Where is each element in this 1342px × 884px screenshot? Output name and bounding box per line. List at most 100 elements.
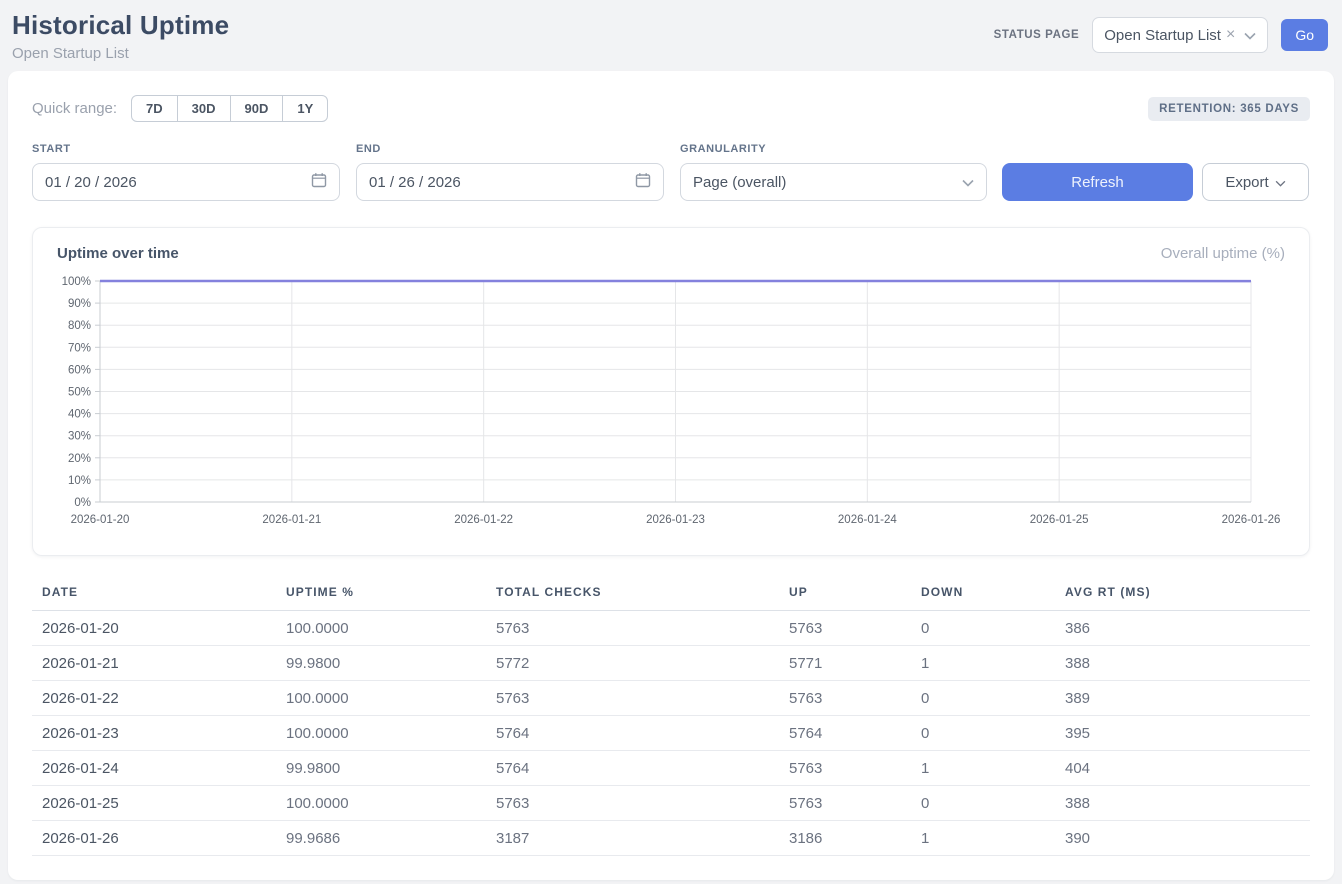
export-button-label: Export <box>1225 174 1268 191</box>
svg-text:0%: 0% <box>74 497 91 509</box>
svg-text:40%: 40% <box>68 409 91 421</box>
svg-text:2026-01-22: 2026-01-22 <box>454 514 513 526</box>
svg-text:2026-01-26: 2026-01-26 <box>1222 514 1281 526</box>
chevron-down-icon <box>1244 27 1256 44</box>
table-cell: 388 <box>1055 646 1310 681</box>
status-page-label: STATUS PAGE <box>994 29 1080 41</box>
table-cell: 99.9800 <box>276 646 486 681</box>
end-date-field: END 01 / 26 / 2026 <box>356 143 664 201</box>
svg-text:2026-01-23: 2026-01-23 <box>646 514 705 526</box>
table-cell: 0 <box>911 786 1055 821</box>
svg-text:70%: 70% <box>68 342 91 354</box>
table-cell: 389 <box>1055 681 1310 716</box>
table-cell: 388 <box>1055 786 1310 821</box>
table-cell: 1 <box>911 646 1055 681</box>
export-button[interactable]: Export <box>1202 163 1309 201</box>
refresh-button[interactable]: Refresh <box>1002 163 1193 201</box>
quick-range-label: Quick range: <box>32 100 117 117</box>
granularity-selected-value: Page (overall) <box>693 174 786 191</box>
table-cell: 2026-01-23 <box>32 716 276 751</box>
column-header-down: DOWN <box>911 579 1055 611</box>
quick-range-row: Quick range: 7D 30D 90D 1Y RETENTION: 36… <box>32 95 1310 122</box>
granularity-select[interactable]: Page (overall) <box>680 163 987 201</box>
table-cell: 3187 <box>486 821 779 856</box>
table-row: 2026-01-20100.0000576357630386 <box>32 611 1310 646</box>
svg-text:80%: 80% <box>68 320 91 332</box>
table-cell: 2026-01-22 <box>32 681 276 716</box>
quick-range-1y-button[interactable]: 1Y <box>282 95 328 122</box>
start-date-value: 01 / 20 / 2026 <box>45 174 137 191</box>
chevron-down-icon <box>962 174 974 191</box>
table-cell: 2026-01-24 <box>32 751 276 786</box>
table-cell: 5771 <box>779 646 911 681</box>
table-cell: 100.0000 <box>276 681 486 716</box>
page-title: Historical Uptime <box>12 10 229 41</box>
chart-title: Uptime over time <box>57 245 179 262</box>
uptime-chart-card: Uptime over time Overall uptime (%) 0% 10… <box>32 227 1310 556</box>
column-header-total-checks: TOTAL CHECKS <box>486 579 779 611</box>
svg-text:30%: 30% <box>68 431 91 443</box>
table-cell: 5763 <box>486 786 779 821</box>
table-cell: 100.0000 <box>276 786 486 821</box>
table-cell: 1 <box>911 821 1055 856</box>
table-cell: 5763 <box>779 786 911 821</box>
quick-range-7d-button[interactable]: 7D <box>131 95 178 122</box>
calendar-icon[interactable] <box>635 172 651 192</box>
svg-text:2026-01-25: 2026-01-25 <box>1030 514 1089 526</box>
quick-range-90d-button[interactable]: 90D <box>230 95 284 122</box>
chevron-down-icon <box>1275 174 1286 191</box>
table-cell: 99.9800 <box>276 751 486 786</box>
page-title-block: Historical Uptime Open Startup List <box>12 10 229 62</box>
main-panel: Quick range: 7D 30D 90D 1Y RETENTION: 36… <box>8 71 1334 880</box>
column-header-up: UP <box>779 579 911 611</box>
page-subtitle: Open Startup List <box>12 45 229 62</box>
table-row: 2026-01-2499.9800576457631404 <box>32 751 1310 786</box>
column-header-date: DATE <box>32 579 276 611</box>
go-button[interactable]: Go <box>1281 19 1328 51</box>
table-cell: 5763 <box>486 681 779 716</box>
table-row: 2026-01-25100.0000576357630388 <box>32 786 1310 821</box>
granularity-field: GRANULARITY Page (overall) <box>680 143 987 201</box>
table-header-row: DATE UPTIME % TOTAL CHECKS UP DOWN AVG R… <box>32 579 1310 611</box>
chart-legend-label: Overall uptime (%) <box>1161 245 1285 262</box>
column-header-uptime-pct: UPTIME % <box>276 579 486 611</box>
table-cell: 386 <box>1055 611 1310 646</box>
calendar-icon[interactable] <box>311 172 327 192</box>
table-cell: 0 <box>911 611 1055 646</box>
start-date-field: START 01 / 20 / 2026 <box>32 143 340 201</box>
table-cell: 5764 <box>779 716 911 751</box>
clear-icon[interactable]: × <box>1226 27 1235 43</box>
table-cell: 3186 <box>779 821 911 856</box>
chart-area: 0%10%20%30%40%50%60%70%80%90%100%2026-01… <box>57 272 1285 537</box>
table-cell: 5763 <box>779 611 911 646</box>
uptime-table: DATE UPTIME % TOTAL CHECKS UP DOWN AVG R… <box>32 579 1310 856</box>
table-cell: 5764 <box>486 716 779 751</box>
svg-text:2026-01-20: 2026-01-20 <box>71 514 130 526</box>
retention-badge: RETENTION: 365 DAYS <box>1148 97 1310 121</box>
table-cell: 2026-01-25 <box>32 786 276 821</box>
table-cell: 1 <box>911 751 1055 786</box>
svg-text:2026-01-24: 2026-01-24 <box>838 514 897 526</box>
table-cell: 395 <box>1055 716 1310 751</box>
table-cell: 390 <box>1055 821 1310 856</box>
table-row: 2026-01-2699.9686318731861390 <box>32 821 1310 856</box>
table-row: 2026-01-23100.0000576457640395 <box>32 716 1310 751</box>
quick-range-group: 7D 30D 90D 1Y <box>131 95 328 122</box>
filters-row: START 01 / 20 / 2026 END 01 / 26 / 2026 … <box>32 143 1310 201</box>
svg-text:20%: 20% <box>68 453 91 465</box>
uptime-table-body: 2026-01-20100.00005763576303862026-01-21… <box>32 611 1310 856</box>
end-date-input[interactable]: 01 / 26 / 2026 <box>356 163 664 201</box>
table-cell: 2026-01-26 <box>32 821 276 856</box>
start-date-input[interactable]: 01 / 20 / 2026 <box>32 163 340 201</box>
status-page-selected-value: Open Startup List <box>1104 27 1221 44</box>
svg-text:10%: 10% <box>68 475 91 487</box>
svg-text:50%: 50% <box>68 387 91 399</box>
status-page-select[interactable]: Open Startup List × <box>1092 17 1268 53</box>
quick-range-30d-button[interactable]: 30D <box>177 95 231 122</box>
table-cell: 5764 <box>486 751 779 786</box>
table-cell: 5763 <box>486 611 779 646</box>
svg-text:60%: 60% <box>68 364 91 376</box>
page-header: Historical Uptime Open Startup List STAT… <box>0 0 1342 71</box>
column-header-avg-rt: AVG RT (MS) <box>1055 579 1310 611</box>
svg-text:2026-01-21: 2026-01-21 <box>262 514 321 526</box>
